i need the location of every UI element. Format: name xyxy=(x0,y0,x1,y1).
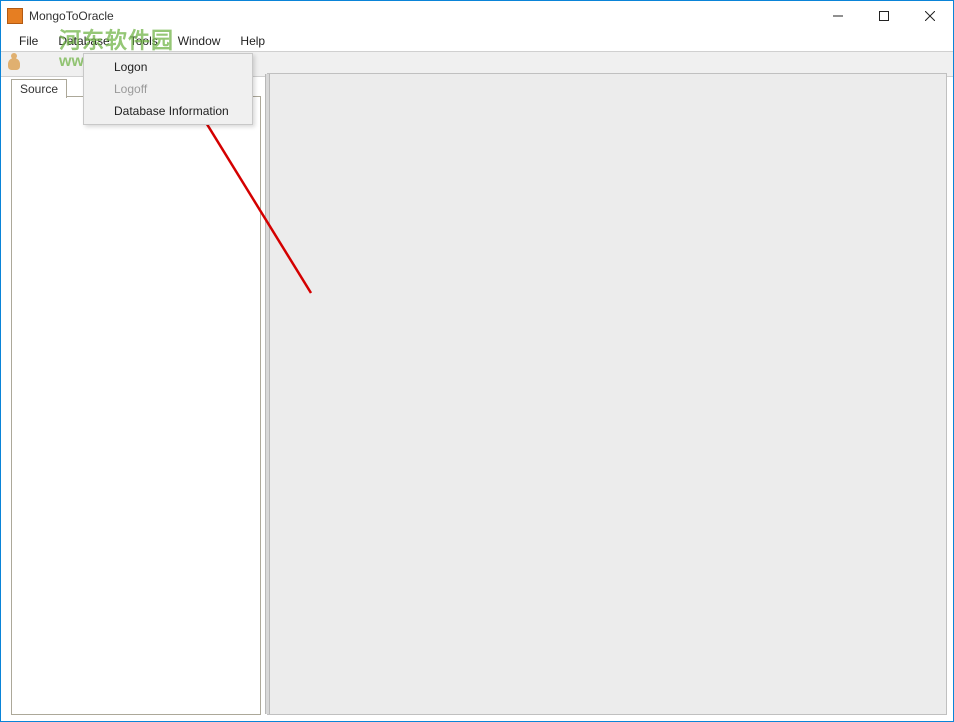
person-icon xyxy=(8,58,20,70)
menu-help[interactable]: Help xyxy=(230,32,275,50)
menu-window[interactable]: Window xyxy=(168,32,231,50)
window-controls xyxy=(815,1,953,31)
app-icon xyxy=(7,8,23,24)
menu-database[interactable]: Database xyxy=(48,32,119,50)
toolbar-logon-button[interactable] xyxy=(5,55,23,73)
source-panel xyxy=(11,96,261,715)
minimize-button[interactable] xyxy=(815,1,861,31)
menu-item-logon[interactable]: Logon xyxy=(86,56,250,78)
close-button[interactable] xyxy=(907,1,953,31)
window-title: MongoToOracle xyxy=(29,9,114,23)
main-panel xyxy=(267,73,947,715)
menu-item-database-information[interactable]: Database Information xyxy=(86,100,250,122)
close-icon xyxy=(925,11,935,21)
menu-item-logoff: Logoff xyxy=(86,78,250,100)
menu-tools[interactable]: Tools xyxy=(120,32,168,50)
maximize-button[interactable] xyxy=(861,1,907,31)
titlebar: MongoToOracle xyxy=(1,1,953,31)
menubar: File Database Tools Window Help xyxy=(1,31,953,51)
database-dropdown-menu: Logon Logoff Database Information xyxy=(83,53,253,125)
source-tab-label: Source xyxy=(20,82,58,96)
minimize-icon xyxy=(833,11,843,21)
source-tab[interactable]: Source xyxy=(11,79,67,98)
maximize-icon xyxy=(879,11,889,21)
menu-file[interactable]: File xyxy=(9,32,48,50)
